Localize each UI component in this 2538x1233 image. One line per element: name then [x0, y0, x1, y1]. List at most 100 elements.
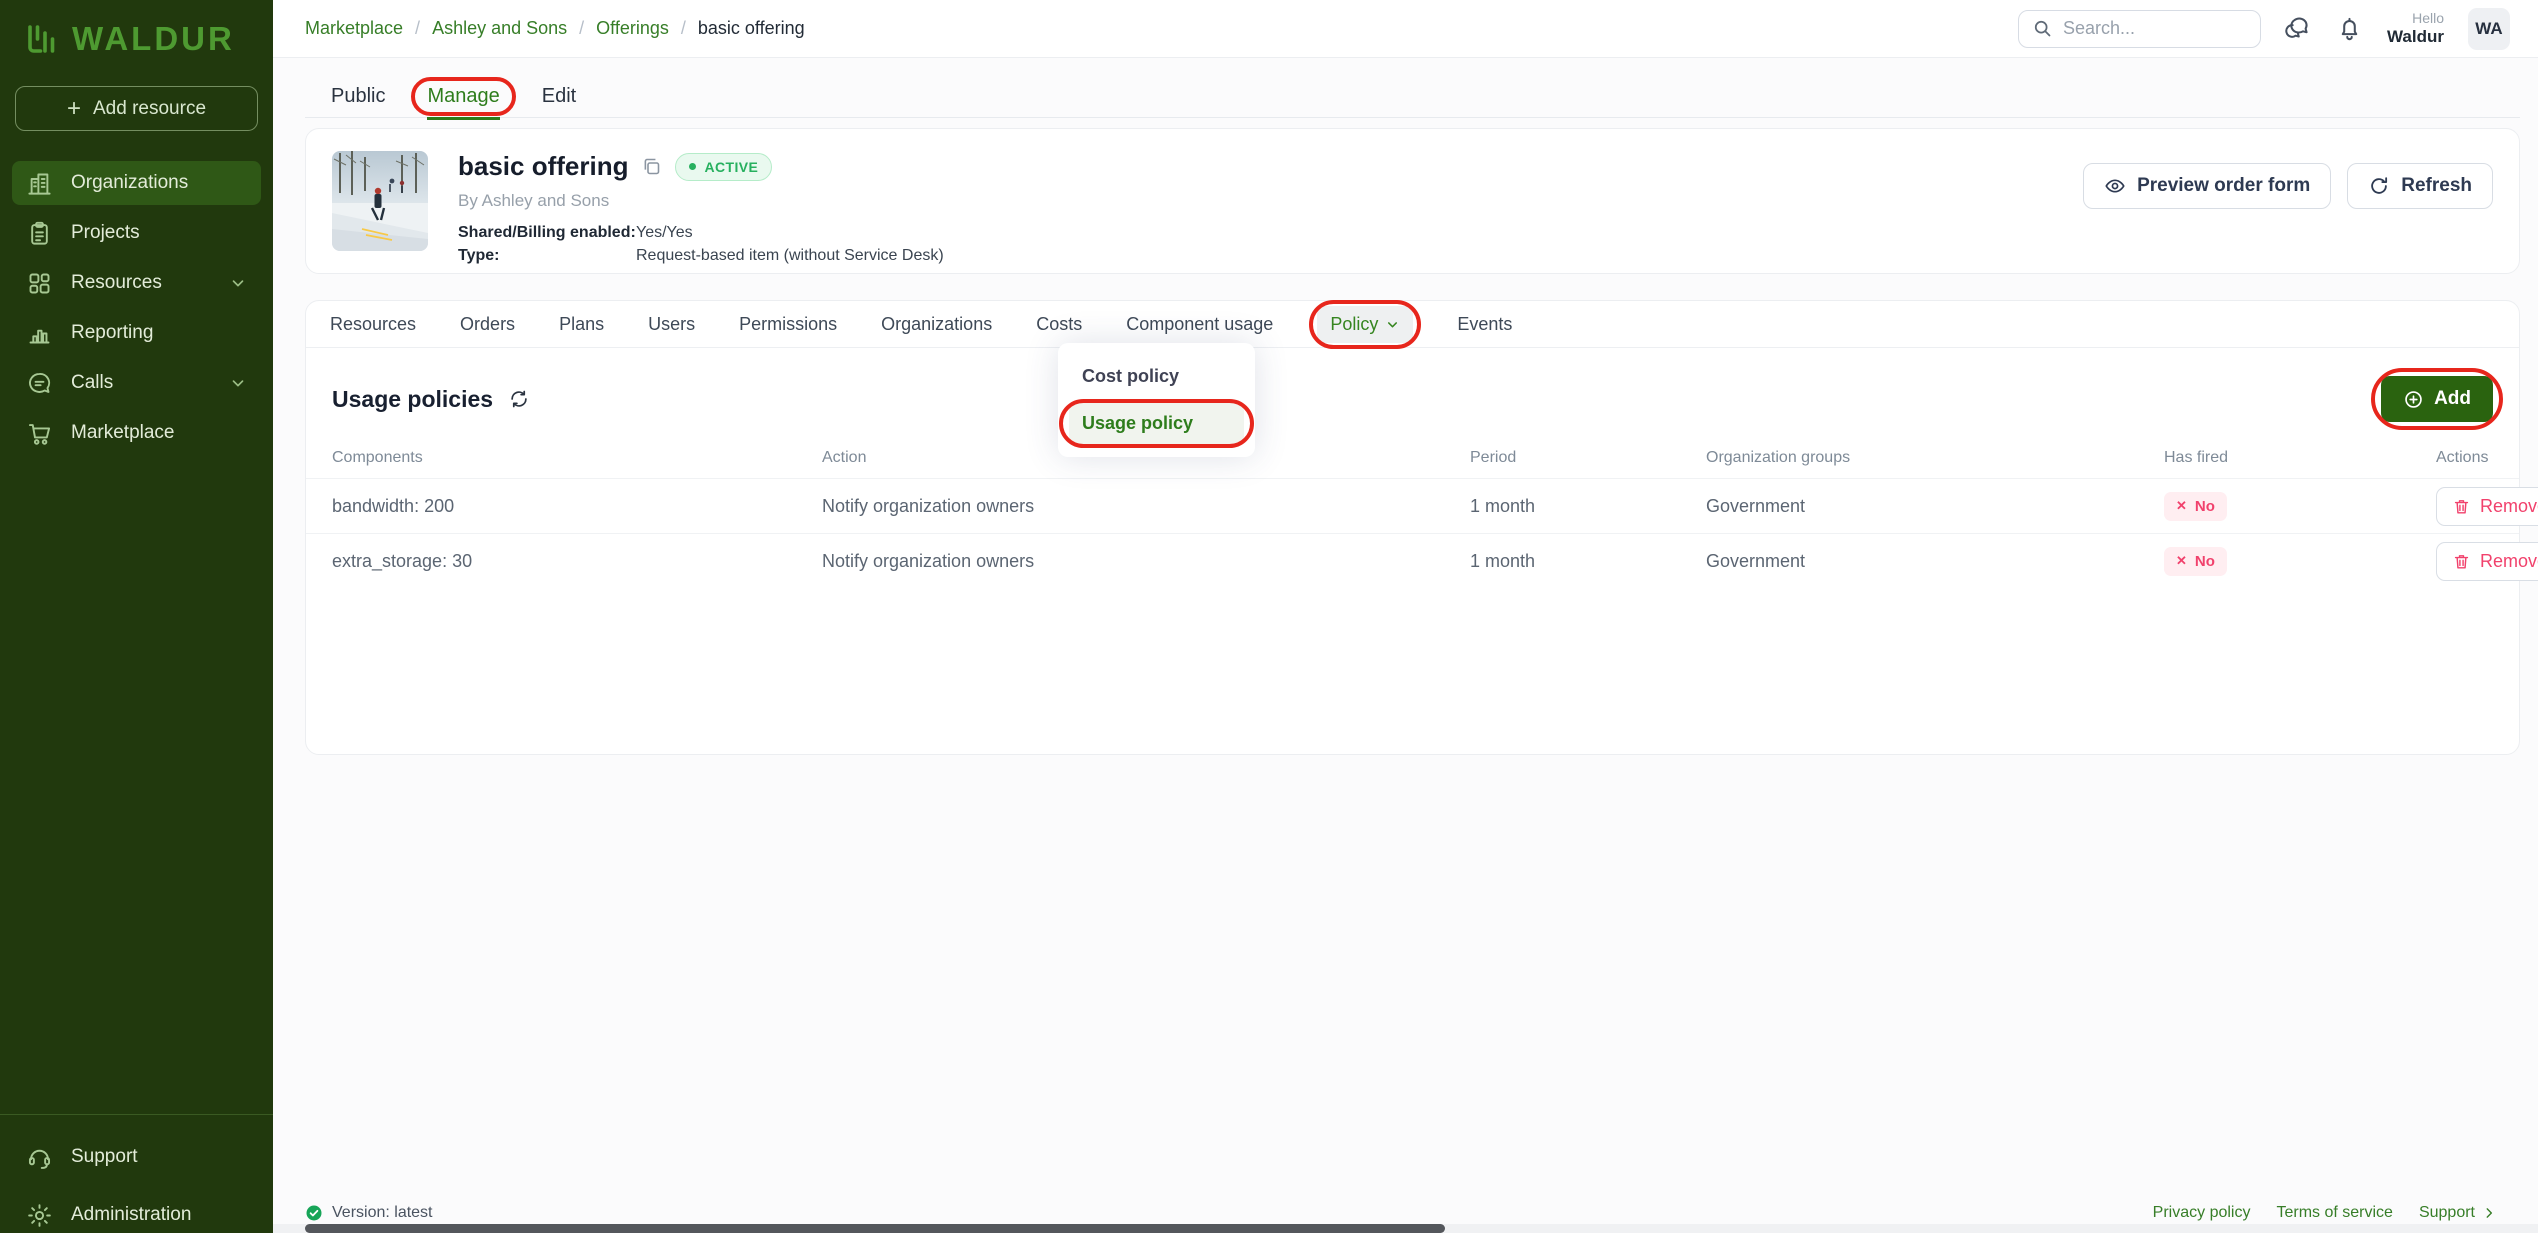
chevron-down-icon: [229, 374, 247, 392]
bell-icon[interactable]: [2336, 15, 2363, 42]
headset-icon: [26, 1144, 53, 1171]
cell-action: Notify organization owners: [822, 496, 1470, 517]
sidebar-nav: Organizations Projects R: [0, 161, 273, 455]
section-tabs: Resources Orders Plans Users Permissions…: [306, 301, 2519, 348]
trash-icon: [2452, 497, 2471, 516]
bar-chart-icon: [26, 320, 53, 347]
tab-events[interactable]: Events: [1457, 314, 1512, 335]
section-title: Usage policies: [332, 386, 493, 413]
offering-byline: By Ashley and Sons: [458, 191, 944, 211]
tab-policy[interactable]: Policy: [1317, 306, 1413, 343]
policy-dropdown-menu: Cost policy Usage policy: [1058, 343, 1255, 457]
x-icon: ✕: [2176, 498, 2187, 514]
topbar-actions: Hello Waldur WA: [2018, 8, 2510, 50]
plus-circle-icon: [2403, 389, 2424, 410]
waldur-logo-icon: [24, 21, 60, 57]
sidebar-item-label: Resources: [71, 272, 162, 294]
add-button[interactable]: Add: [2381, 376, 2493, 422]
breadcrumb-offerings[interactable]: Offerings: [596, 18, 669, 39]
sync-icon[interactable]: [508, 388, 530, 410]
search-box[interactable]: [2018, 10, 2261, 48]
cell-period: 1 month: [1470, 551, 1706, 572]
tab-manage[interactable]: Manage: [427, 85, 499, 108]
breadcrumb-marketplace[interactable]: Marketplace: [305, 18, 403, 39]
cell-components: extra_storage: 30: [332, 551, 822, 572]
sidebar: WALDUR + Add resource Organizations: [0, 0, 273, 1233]
cell-period: 1 month: [1470, 496, 1706, 517]
sidebar-item-label: Administration: [71, 1204, 191, 1226]
tab-edit[interactable]: Edit: [542, 85, 576, 108]
tab-users[interactable]: Users: [648, 314, 695, 335]
breadcrumb-organization[interactable]: Ashley and Sons: [432, 18, 567, 39]
cell-components: bandwidth: 200: [332, 496, 822, 517]
topbar: Marketplace / Ashley and Sons / Offering…: [273, 0, 2538, 58]
copy-icon[interactable]: [641, 156, 662, 177]
horizontal-scrollbar-thumb[interactable]: [305, 1224, 1445, 1233]
sidebar-item-organizations[interactable]: Organizations: [12, 161, 261, 205]
tab-public[interactable]: Public: [331, 85, 385, 108]
sidebar-footer: Support Administration: [0, 1114, 273, 1233]
logo[interactable]: WALDUR: [0, 0, 273, 64]
refresh-button[interactable]: Refresh: [2347, 163, 2493, 209]
sidebar-item-label: Marketplace: [71, 422, 175, 444]
sidebar-item-label: Calls: [71, 372, 113, 394]
messages-icon[interactable]: [2285, 15, 2312, 42]
refresh-icon: [2368, 175, 2390, 197]
tab-component-usage[interactable]: Component usage: [1126, 314, 1273, 335]
remove-button[interactable]: Remove: [2436, 487, 2538, 526]
sidebar-item-calls[interactable]: Calls: [12, 361, 261, 405]
footer: Version: latest Privacy policy Terms of …: [305, 1204, 2496, 1222]
cart-icon: [26, 420, 53, 447]
detail-row: Shared/Billing enabled: Yes/Yes: [458, 224, 944, 242]
menu-item-usage-policy[interactable]: Usage policy: [1069, 403, 1244, 444]
plus-icon: +: [67, 97, 81, 121]
sidebar-item-support[interactable]: Support: [12, 1135, 261, 1179]
chevron-right-icon: [2482, 1206, 2496, 1220]
search-input[interactable]: [2063, 18, 2247, 39]
cell-action: Notify organization owners: [822, 551, 1470, 572]
preview-order-form-button[interactable]: Preview order form: [2083, 163, 2331, 209]
table-row: extra_storage: 30 Notify organization ow…: [306, 533, 2519, 588]
has-fired-badge: ✕ No: [2164, 547, 2227, 576]
offering-card: basic offering ACTIVE By Ashley and Sons…: [305, 128, 2520, 274]
page-tabs: Public Manage Edit: [305, 76, 2520, 118]
tab-orders[interactable]: Orders: [460, 314, 515, 335]
clipboard-icon: [26, 220, 53, 247]
offering-info: basic offering ACTIVE By Ashley and Sons…: [458, 151, 944, 251]
cell-groups: Government: [1706, 551, 2164, 572]
check-circle-icon: [305, 1204, 323, 1222]
sidebar-item-marketplace[interactable]: Marketplace: [12, 411, 261, 455]
grid-icon: [26, 270, 53, 297]
sidebar-item-resources[interactable]: Resources: [12, 261, 261, 305]
breadcrumb-current: basic offering: [698, 18, 805, 39]
buildings-icon: [26, 170, 53, 197]
search-icon: [2032, 18, 2053, 39]
status-dot-icon: [689, 163, 696, 170]
terms-of-service-link[interactable]: Terms of service: [2276, 1204, 2392, 1222]
version-info: Version: latest: [305, 1204, 433, 1222]
tab-costs[interactable]: Costs: [1036, 314, 1082, 335]
add-resource-button[interactable]: + Add resource: [15, 86, 258, 131]
chevron-down-icon: [1385, 317, 1400, 332]
sidebar-item-label: Support: [71, 1146, 138, 1168]
gear-icon: [26, 1202, 53, 1229]
sidebar-item-label: Projects: [71, 222, 140, 244]
support-link[interactable]: Support: [2419, 1204, 2496, 1222]
sidebar-item-administration[interactable]: Administration: [12, 1193, 261, 1233]
menu-item-cost-policy[interactable]: Cost policy: [1069, 356, 1244, 397]
trash-icon: [2452, 552, 2471, 571]
has-fired-badge: ✕ No: [2164, 492, 2227, 521]
cell-groups: Government: [1706, 496, 2164, 517]
tab-resources[interactable]: Resources: [330, 314, 416, 335]
offering-thumbnail: [332, 151, 428, 251]
privacy-policy-link[interactable]: Privacy policy: [2153, 1204, 2251, 1222]
tab-organizations[interactable]: Organizations: [881, 314, 992, 335]
avatar[interactable]: WA: [2468, 8, 2510, 50]
tab-plans[interactable]: Plans: [559, 314, 604, 335]
sidebar-item-label: Organizations: [71, 172, 188, 194]
app-window: WALDUR + Add resource Organizations: [0, 0, 2538, 1233]
tab-permissions[interactable]: Permissions: [739, 314, 837, 335]
sidebar-item-reporting[interactable]: Reporting: [12, 311, 261, 355]
sidebar-item-projects[interactable]: Projects: [12, 211, 261, 255]
remove-button[interactable]: Remove: [2436, 542, 2538, 581]
